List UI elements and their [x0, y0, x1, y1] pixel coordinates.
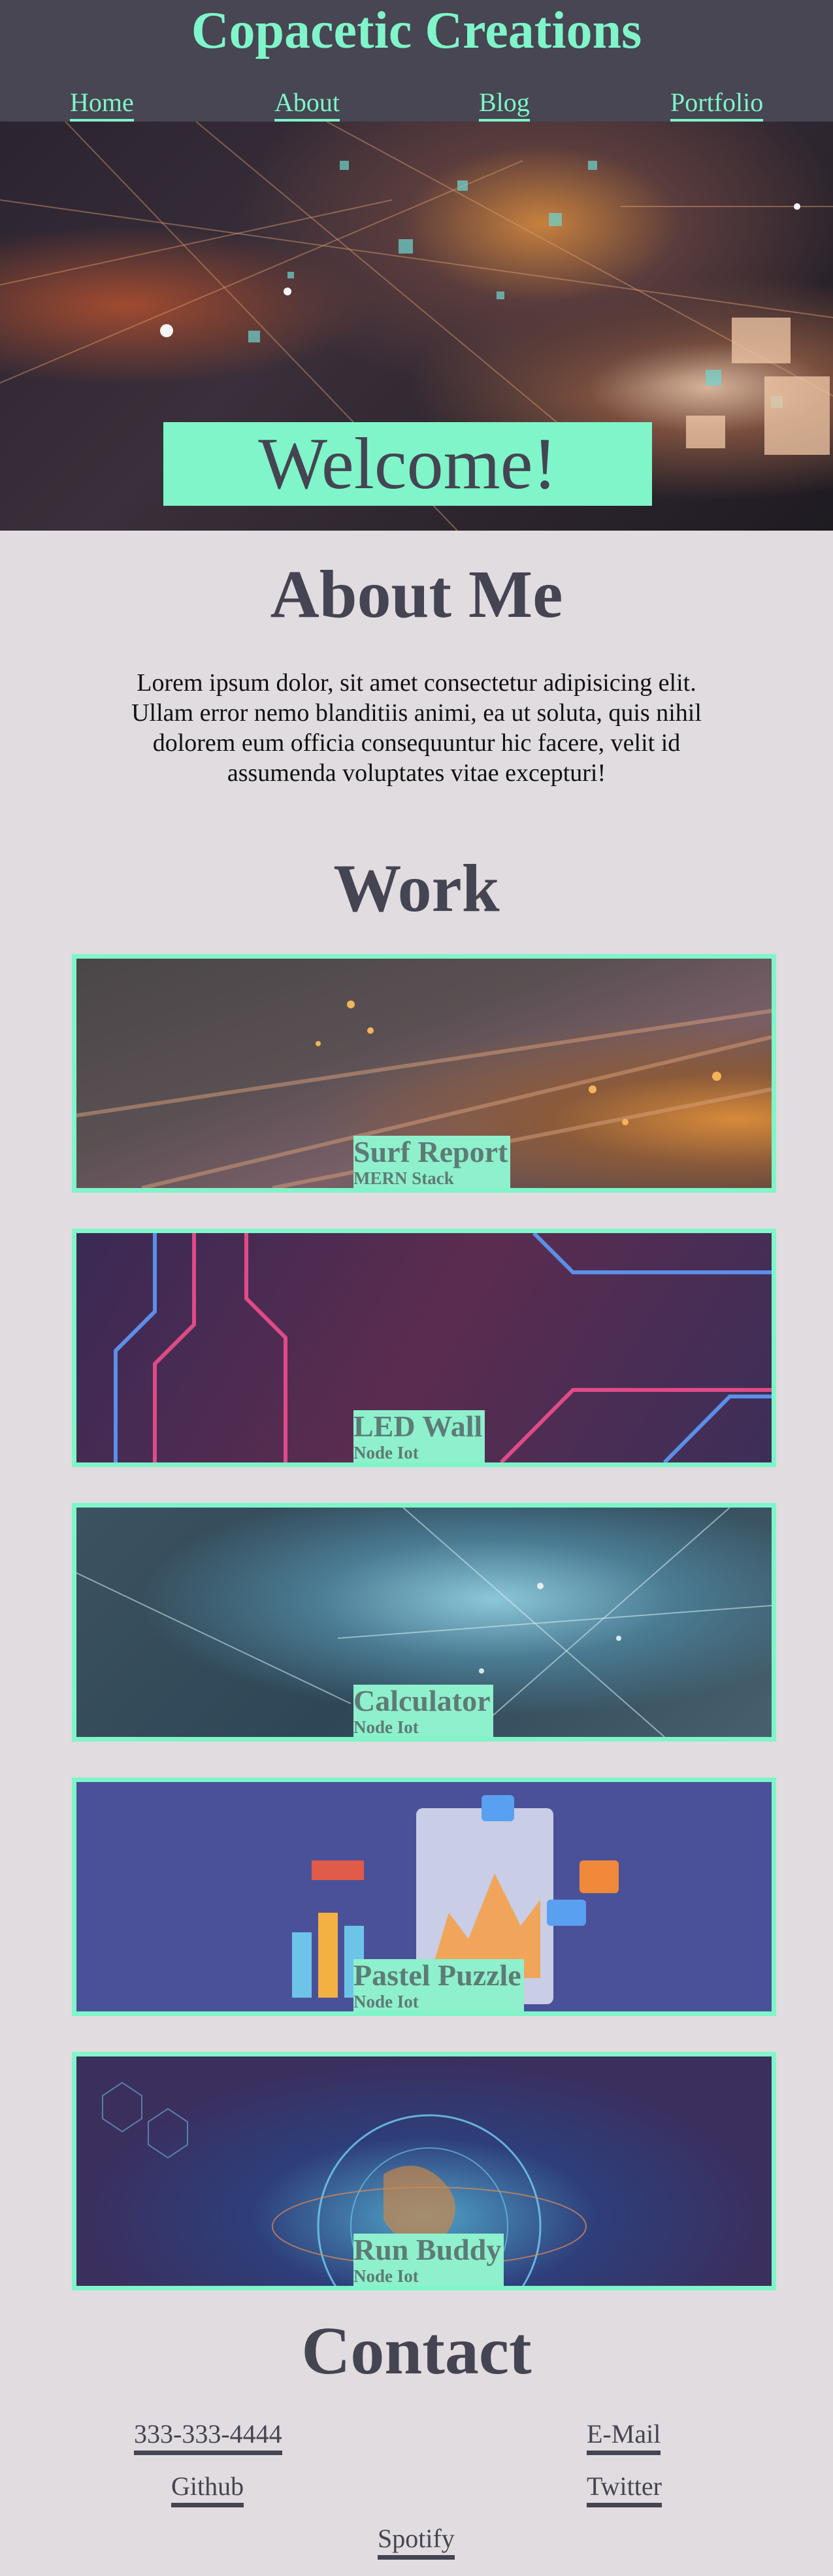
project-subtitle: Node Iot [353, 1443, 419, 1462]
project-label: Run Buddy Node Iot [353, 2234, 504, 2286]
about-heading: About Me [270, 557, 563, 632]
welcome-banner: Welcome! [163, 422, 652, 506]
site-header: Copacetic Creations Home About Blog Port… [0, 0, 833, 122]
project-title: LED Wall [353, 1410, 483, 1443]
project-title: Pastel Puzzle [353, 1958, 521, 1992]
project-label: Surf Report MERN Stack [353, 1135, 511, 1188]
project-subtitle: Node Iot [353, 1992, 419, 2011]
hero-banner: Welcome! [0, 122, 833, 531]
contact-heading: Contact [301, 2313, 532, 2388]
project-card-calculator[interactable]: Calculator Node Iot [72, 1503, 776, 1742]
project-card-led-wall[interactable]: LED Wall Node Iot [72, 1229, 776, 1467]
contact-phone-link[interactable]: 333-333-4444 [134, 2418, 282, 2455]
nav-about-link[interactable]: About [274, 86, 340, 122]
project-title: Surf Report [353, 1135, 508, 1168]
project-label: LED Wall Node Iot [353, 1410, 485, 1462]
project-card-run-buddy[interactable]: Run Buddy Node Iot [72, 2052, 776, 2290]
project-title: Calculator [353, 1684, 491, 1717]
project-label: Pastel Puzzle Node Iot [353, 1959, 524, 2011]
project-label: Calculator Node Iot [353, 1685, 493, 1737]
nav-blog-link[interactable]: Blog [479, 86, 530, 122]
project-card-surf-report[interactable]: Surf Report MERN Stack [72, 954, 776, 1193]
project-card-pastel-puzzle[interactable]: Pastel Puzzle Node Iot [72, 1777, 776, 2016]
nav-home-link[interactable]: Home [70, 86, 134, 122]
contact-twitter-link[interactable]: Twitter [587, 2470, 662, 2507]
project-title: Run Buddy [353, 2233, 502, 2266]
about-text: Lorem ipsum dolor, sit amet consectetur … [131, 669, 702, 787]
project-subtitle: Node Iot [353, 1717, 419, 1737]
project-subtitle: MERN Stack [353, 1168, 454, 1188]
site-title: Copacetic Creations [191, 2, 642, 59]
work-heading: Work [333, 851, 500, 926]
nav-portfolio-link[interactable]: Portfolio [670, 86, 764, 122]
contact-spotify-link[interactable]: Spotify [378, 2522, 455, 2560]
project-subtitle: Node Iot [353, 2266, 419, 2286]
contact-github-link[interactable]: Github [171, 2470, 244, 2507]
contact-email-link[interactable]: E-Mail [587, 2418, 661, 2455]
